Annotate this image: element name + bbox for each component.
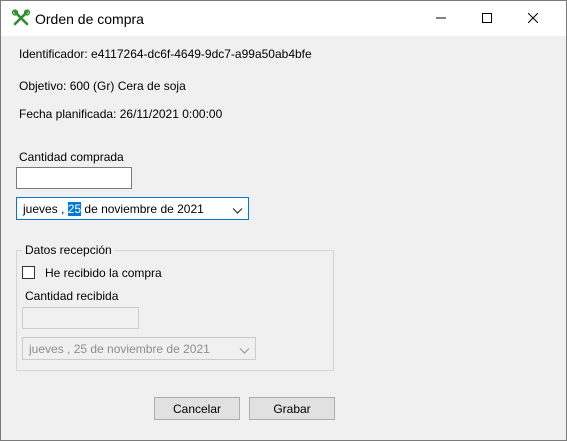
cantidad-comprada-label: Cantidad comprada <box>19 150 124 164</box>
minimize-button[interactable] <box>418 1 464 36</box>
close-button[interactable] <box>510 1 556 36</box>
chevron-down-icon[interactable] <box>239 344 250 358</box>
datos-recepcion-legend: Datos recepción <box>22 243 115 257</box>
cantidad-recibida-input[interactable] <box>22 307 139 329</box>
cantidad-comprada-input[interactable] <box>16 167 132 189</box>
date-day-selected: 25 <box>67 202 82 216</box>
maximize-icon <box>482 12 492 26</box>
fecha-recepcion-datepicker[interactable]: jueves , 25 de noviembre de 2021 <box>22 337 256 360</box>
window-title: Orden de compra <box>35 11 144 27</box>
recibido-checkbox[interactable] <box>22 266 35 279</box>
date-weekday: jueves , <box>23 202 68 216</box>
grabar-button[interactable]: Grabar <box>249 397 335 420</box>
fecha-planificada-label: Fecha planificada: 26/11/2021 0:00:00 <box>19 107 223 121</box>
maximize-button[interactable] <box>464 1 510 36</box>
identificador-label: Identificador: e4117264-dc6f-4649-9dc7-a… <box>19 47 312 61</box>
cantidad-recibida-label: Cantidad recibida <box>25 289 119 303</box>
grabar-button-label: Grabar <box>273 401 311 416</box>
recibido-checkbox-label[interactable]: He recibido la compra <box>45 266 162 280</box>
close-icon <box>527 12 539 26</box>
tools-icon <box>11 9 31 29</box>
order-dialog: Orden de compra Identificador: e4117264-… <box>0 0 567 441</box>
fecha-recepcion-text: jueves , 25 de noviembre de 2021 <box>29 342 210 356</box>
title-bar: Orden de compra <box>1 1 566 36</box>
fecha-compra-datepicker[interactable]: jueves , 25 de noviembre de 2021 <box>16 197 249 220</box>
date-rest: de noviembre de 2021 <box>81 202 204 216</box>
minimize-icon <box>436 12 446 26</box>
cancelar-button-label: Cancelar <box>172 401 222 416</box>
cancelar-button[interactable]: Cancelar <box>154 397 240 420</box>
chevron-down-icon[interactable] <box>232 204 243 218</box>
fecha-compra-text: jueves , 25 de noviembre de 2021 <box>23 202 204 216</box>
objetivo-label: Objetivo: 600 (Gr) Cera de soja <box>19 79 186 93</box>
